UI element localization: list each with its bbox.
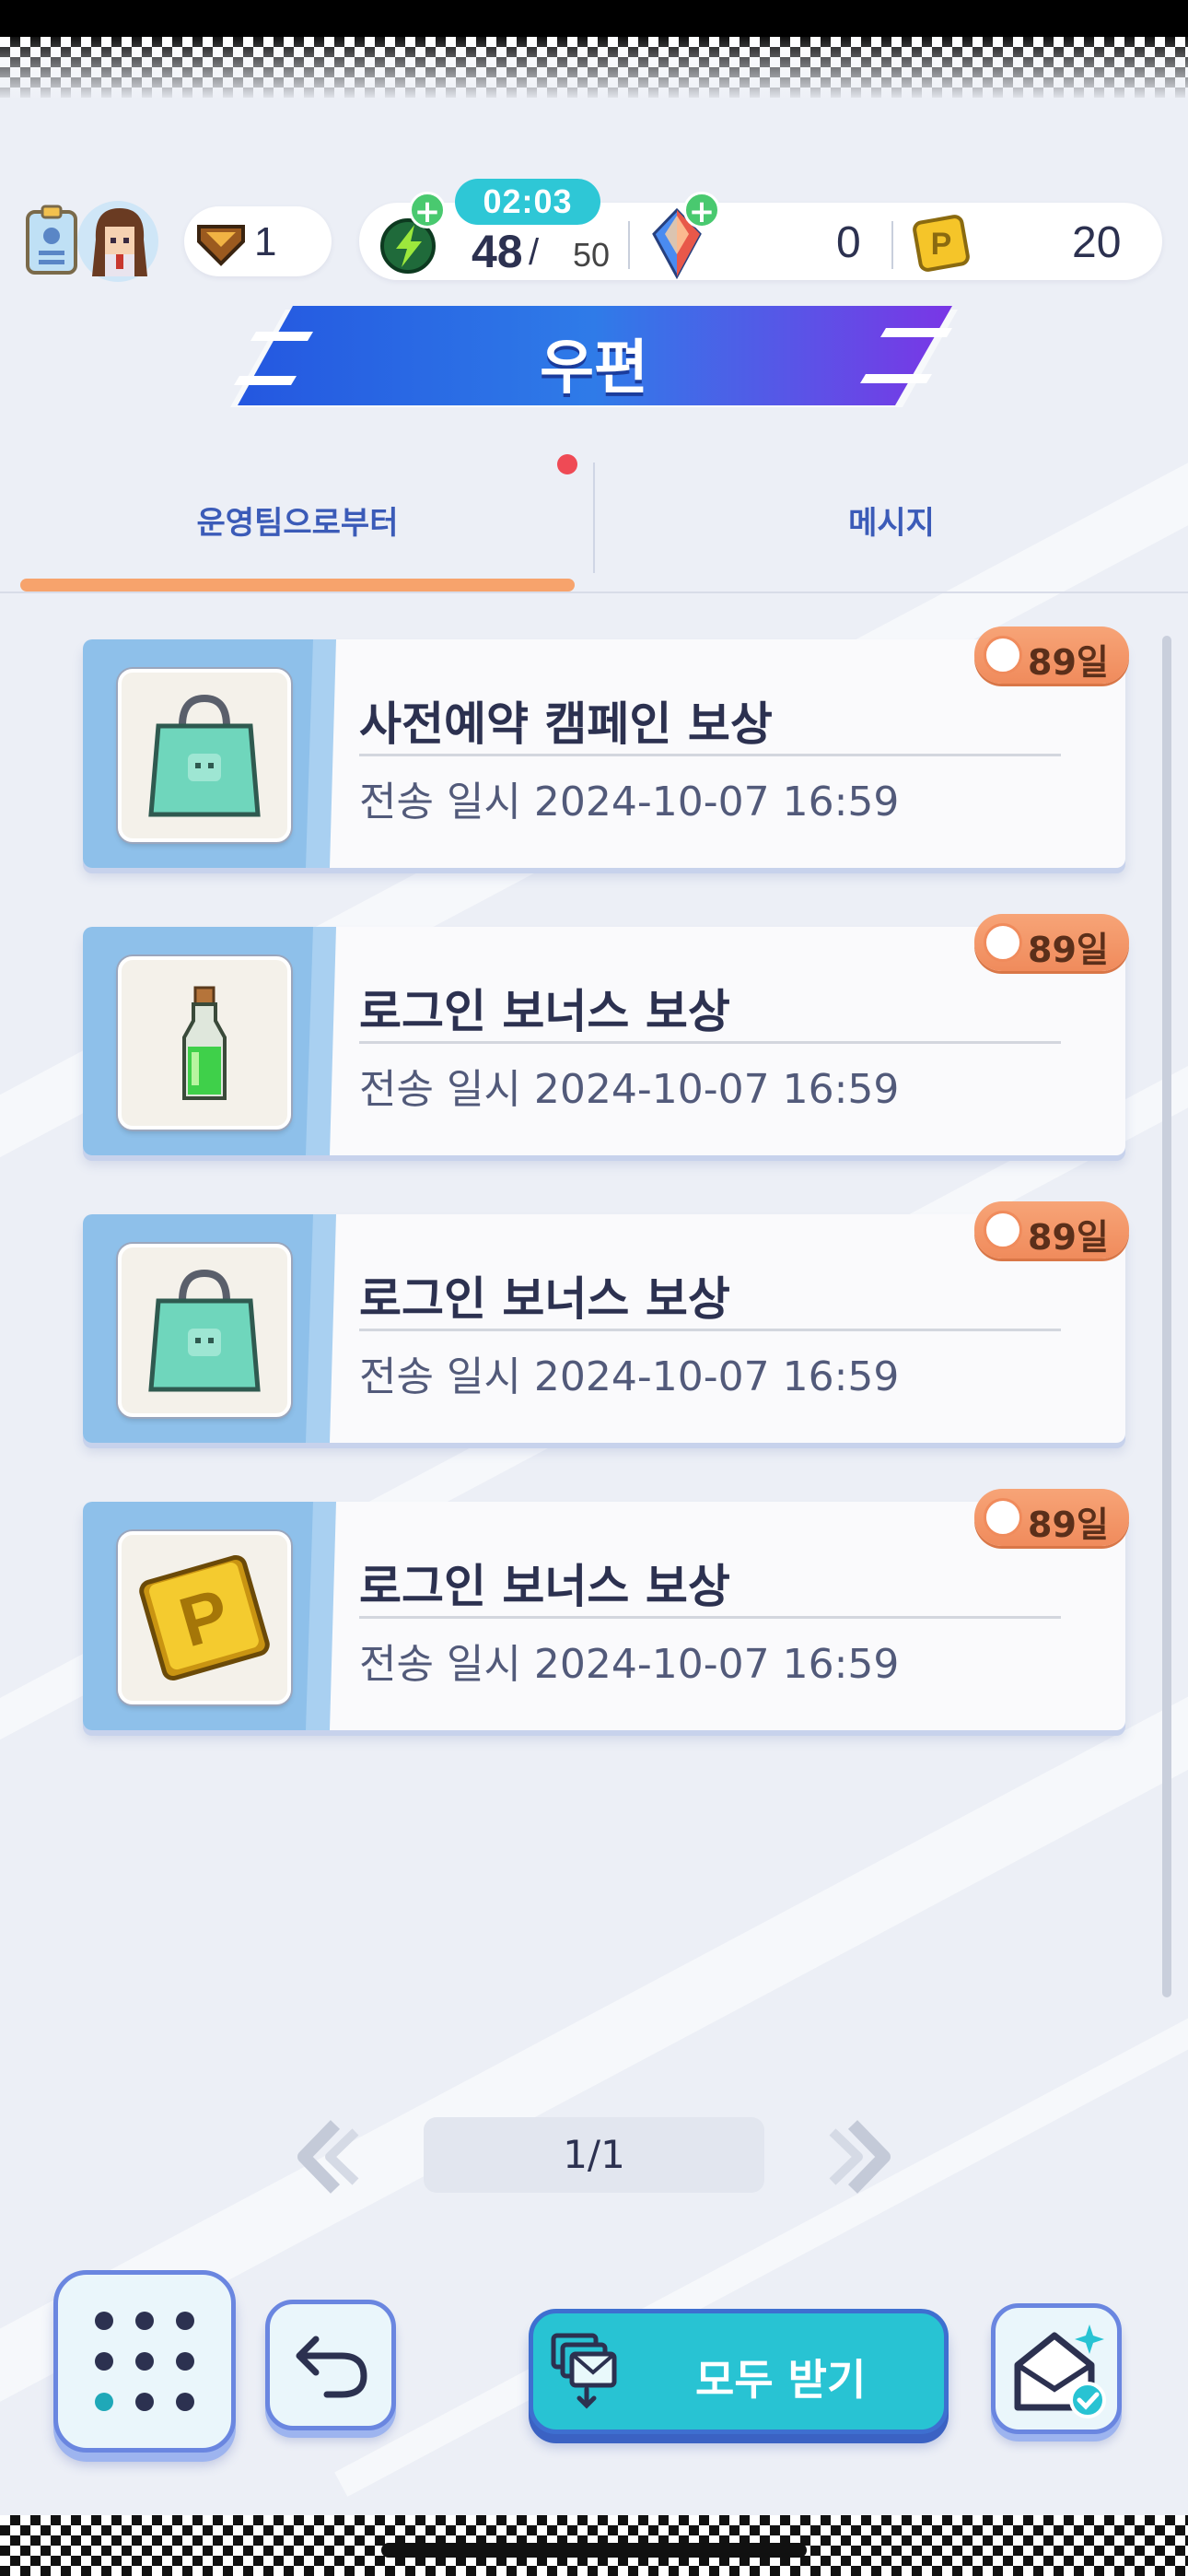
add-gem-button[interactable]: + (683, 192, 720, 229)
new-mail-badge (557, 454, 577, 474)
mail-title: 로그인 보너스 보상 (359, 1560, 730, 1613)
timer-icon (984, 1211, 1022, 1249)
grid-menu-icon (95, 2312, 194, 2411)
avatar (92, 208, 147, 276)
home-indicator[interactable] (381, 2543, 807, 2558)
point-count: 20 (1072, 218, 1122, 267)
mail-title: 로그인 보너스 보상 (359, 985, 730, 1038)
level-badge-icon (197, 225, 245, 266)
back-arrow-icon (296, 2336, 367, 2398)
teal-bag-icon (148, 694, 261, 817)
stamina-separator: / (529, 232, 540, 273)
reward-item-slot: P (118, 1531, 291, 1704)
expiry-badge: 89일 (974, 1201, 1129, 1259)
expiry-badge: 89일 (974, 1489, 1129, 1546)
status-bar (0, 0, 1188, 37)
mail-title: 사전예약 캠페인 보상 (359, 697, 773, 751)
add-stamina-button[interactable]: + (409, 192, 446, 229)
reward-item-slot (118, 669, 291, 842)
expiry-badge: 89일 (974, 914, 1129, 971)
open-mail-check-icon (1014, 2324, 1106, 2418)
page-title-banner: 우편 (230, 304, 958, 413)
expiry-badge: 89일 (974, 626, 1129, 684)
mail-sent-date: 전송 일시 2024-10-07 16:59 (359, 1066, 900, 1113)
receive-all-label: 모두 받기 (695, 2355, 867, 2405)
mail-item[interactable]: 로그인 보너스 보상 전송 일시 2024-10-07 16:59 89일 (83, 914, 1129, 1157)
timer-icon (984, 1498, 1022, 1537)
timer-icon (984, 636, 1022, 674)
mail-item[interactable]: 사전예약 캠페인 보상 전송 일시 2024-10-07 16:59 89일 (83, 626, 1129, 870)
reward-item-slot (118, 956, 291, 1130)
active-tab-indicator (20, 579, 575, 591)
tab-messages[interactable]: 메시지 (595, 498, 1188, 543)
level-display: 1 (184, 206, 332, 276)
svg-text:P: P (931, 227, 952, 262)
player-profile[interactable] (22, 201, 160, 282)
page-title: 우편 (540, 334, 648, 403)
id-card-icon (26, 205, 77, 275)
gold-p-coin-icon: P (139, 1554, 270, 1681)
stamina-current: 48 (472, 226, 523, 277)
point-coin-icon: P (913, 215, 970, 272)
page-indicator: 1/1 (424, 2117, 764, 2193)
teal-bag-icon (148, 1269, 261, 1392)
next-page-icon[interactable] (820, 2115, 903, 2198)
timer-icon (984, 923, 1022, 962)
mail-sent-date: 전송 일시 2024-10-07 16:59 (359, 779, 900, 825)
level-value: 1 (254, 219, 277, 264)
reward-item-slot (118, 1244, 291, 1417)
stamina-timer: 02:03 (455, 179, 600, 225)
mail-list-scrollbar[interactable] (1162, 636, 1171, 1997)
green-potion-icon (182, 986, 227, 1100)
mail-item[interactable]: 로그인 보너스 보상 전송 일시 2024-10-07 16:59 89일 (83, 1201, 1129, 1445)
mail-item[interactable]: P 로그인 보너스 보상 전송 일시 2024-10-07 16:59 89일 (83, 1489, 1129, 1732)
gem-count: 0 (836, 218, 861, 267)
mail-title: 로그인 보너스 보상 (359, 1272, 730, 1326)
previous-page-icon[interactable] (285, 2115, 368, 2198)
stamina-max: 50 (573, 236, 611, 274)
tab-from-operations[interactable]: 운영팀으로부터 (20, 498, 575, 543)
receive-all-button[interactable]: 모두 받기 (529, 2309, 949, 2434)
read-all-mail-button[interactable] (991, 2303, 1122, 2434)
mail-sent-date: 전송 일시 2024-10-07 16:59 (359, 1353, 900, 1400)
back-button[interactable] (265, 2300, 396, 2430)
mail-sent-date: 전송 일시 2024-10-07 16:59 (359, 1641, 900, 1688)
menu-button[interactable] (53, 2270, 236, 2453)
receive-all-icon (551, 2333, 617, 2409)
